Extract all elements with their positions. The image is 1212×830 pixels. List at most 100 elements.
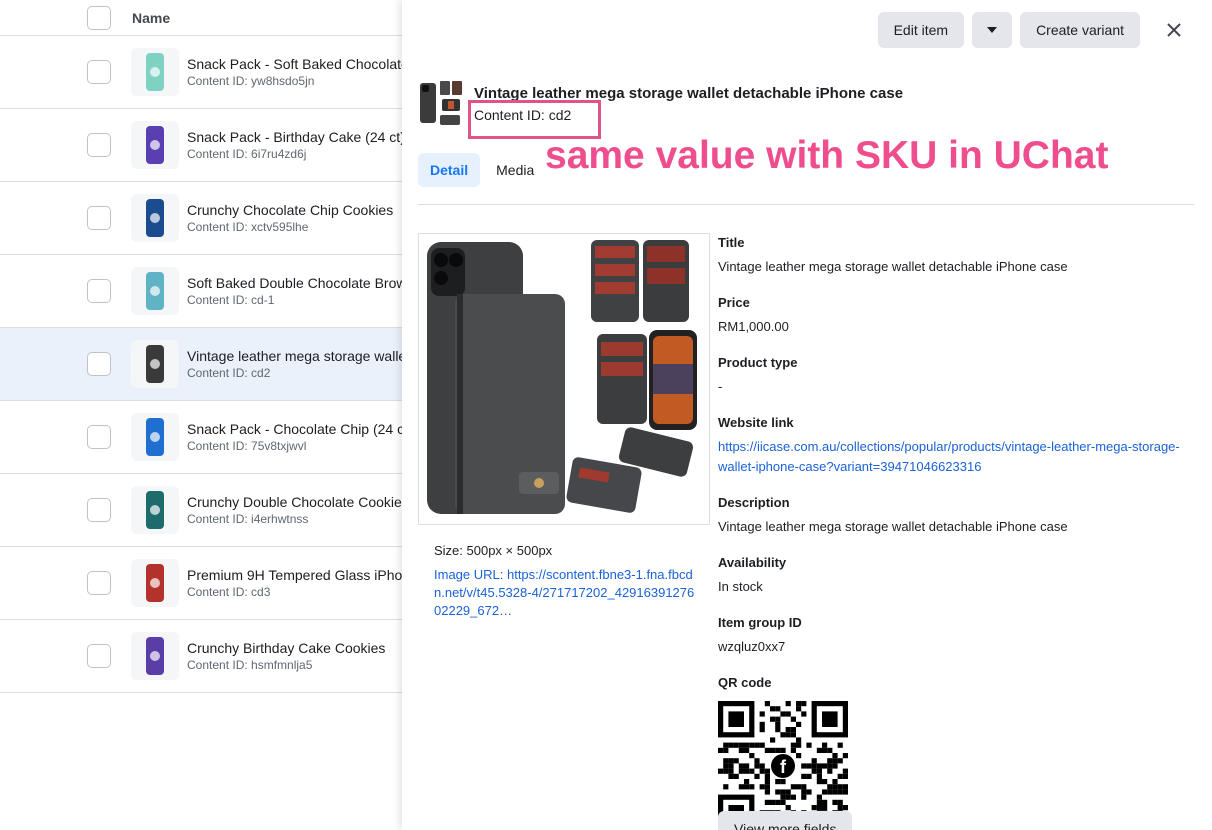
list-header: Name — [0, 0, 409, 36]
row-text: Premium 9H Tempered Glass iPho Content ID… — [187, 566, 402, 600]
product-list: Name Snack Pack - Soft Baked Chocolate Co… — [0, 0, 410, 830]
list-item[interactable]: Crunchy Double Chocolate Cookies Content … — [0, 474, 409, 547]
row-text: Snack Pack - Birthday Cake (24 ct) Conten… — [187, 128, 405, 162]
row-text: Vintage leather mega storage walle Conten… — [187, 347, 406, 381]
field-item-group-id: Item group ID wzqluz0xx7 — [718, 615, 1194, 657]
close-icon — [1167, 23, 1181, 37]
row-title: Snack Pack - Soft Baked Chocolate — [187, 56, 409, 72]
website-link[interactable]: https://iicase.com.au/collections/popula… — [718, 437, 1194, 477]
row-title: Vintage leather mega storage walle — [187, 348, 407, 364]
product-thumbnail — [131, 121, 179, 169]
field-qr-code: QR code f — [718, 675, 1194, 830]
field-description: Description Vintage leather mega storage… — [718, 495, 1194, 537]
field-price: Price RM1,000.00 — [718, 295, 1194, 337]
product-thumbnail — [131, 486, 179, 534]
tab-media[interactable]: Media — [484, 153, 546, 187]
field-label: Title — [718, 235, 745, 250]
row-title: Crunchy Double Chocolate Cookies — [187, 494, 409, 510]
product-thumbnail — [131, 194, 179, 242]
package-icon — [146, 199, 164, 237]
product-thumbnail — [420, 81, 462, 125]
svg-text:f: f — [780, 757, 787, 777]
product-thumbnail — [131, 413, 179, 461]
package-icon — [146, 564, 164, 602]
package-icon — [146, 126, 164, 164]
row-checkbox[interactable] — [87, 644, 111, 668]
list-item[interactable]: Soft Baked Double Chocolate Brow Content … — [0, 255, 409, 328]
field-label: QR code — [718, 675, 772, 690]
row-text: Snack Pack - Chocolate Chip (24 ct Conten… — [187, 420, 408, 454]
product-thumbnail — [131, 48, 179, 96]
row-checkbox[interactable] — [87, 279, 111, 303]
row-title: Soft Baked Double Chocolate Brow — [187, 275, 407, 291]
product-thumbnail — [131, 632, 179, 680]
row-content-id: Content ID: hsmfmnlja5 — [187, 658, 313, 672]
product-detail-panel: Edit item Create variant Vintage leather… — [402, 0, 1212, 830]
row-title: Snack Pack - Chocolate Chip (24 ct — [187, 421, 408, 437]
list-item[interactable]: Vintage leather mega storage walle Conten… — [0, 328, 409, 401]
create-variant-button[interactable]: Create variant — [1020, 12, 1140, 48]
field-label: Description — [718, 495, 790, 510]
product-thumbnail — [131, 267, 179, 315]
field-label: Website link — [718, 415, 794, 430]
field-availability: Availability In stock — [718, 555, 1194, 597]
row-content-id: Content ID: cd-1 — [187, 293, 275, 307]
row-content-id: Content ID: i4erhwtnss — [187, 512, 309, 526]
row-text: Soft Baked Double Chocolate Brow Content … — [187, 274, 406, 308]
row-text: Snack Pack - Soft Baked Chocolate Content… — [187, 55, 409, 89]
product-thumbnail — [131, 340, 179, 388]
row-title: Snack Pack - Birthday Cake (24 ct) — [187, 129, 405, 145]
view-more-fields-button[interactable]: View more fields — [718, 811, 853, 830]
list-item[interactable]: Premium 9H Tempered Glass iPho Content ID… — [0, 547, 409, 620]
image-url-link[interactable]: Image URL: https://scontent.fbne3-1.fna.… — [434, 566, 696, 620]
field-title: Title Vintage leather mega storage walle… — [718, 235, 1194, 277]
row-checkbox[interactable] — [87, 60, 111, 84]
package-icon — [146, 53, 164, 91]
row-content-id: Content ID: xctv595lhe — [187, 220, 309, 234]
package-icon — [146, 418, 164, 456]
product-image — [418, 233, 710, 525]
row-content-id: Content ID: cd3 — [187, 585, 271, 599]
field-label: Item group ID — [718, 615, 802, 630]
row-content-id: Content ID: yw8hsdo5jn — [187, 74, 315, 88]
image-size: Size: 500px × 500px — [434, 543, 553, 558]
field-label: Product type — [718, 355, 798, 370]
row-checkbox[interactable] — [87, 571, 111, 595]
package-icon — [146, 637, 164, 675]
wallet-case-image — [427, 240, 697, 514]
product-thumbnail — [131, 559, 179, 607]
row-content-id: Content ID: 6i7ru4zd6j — [187, 147, 307, 161]
row-checkbox[interactable] — [87, 425, 111, 449]
annotation-text: same value with SKU in UChat — [545, 134, 1109, 177]
field-website-link: Website link https://iicase.com.au/colle… — [718, 415, 1194, 477]
close-panel-button[interactable] — [1156, 12, 1192, 48]
list-item[interactable]: Snack Pack - Soft Baked Chocolate Content… — [0, 36, 409, 109]
row-text: Crunchy Double Chocolate Cookies Content … — [187, 493, 409, 527]
field-value: - — [718, 379, 723, 394]
list-item[interactable]: Crunchy Birthday Cake Cookies Content ID:… — [0, 620, 409, 693]
package-icon — [146, 345, 164, 383]
more-options-button[interactable] — [972, 12, 1013, 48]
row-content-id: Content ID: cd2 — [187, 366, 271, 380]
tab-detail[interactable]: Detail — [418, 153, 481, 187]
caret-down-icon — [987, 27, 998, 33]
list-item[interactable]: Snack Pack - Birthday Cake (24 ct) Conten… — [0, 109, 409, 182]
field-label: Price — [718, 295, 750, 310]
list-item[interactable]: Crunchy Chocolate Chip Cookies Content ID… — [0, 182, 409, 255]
row-text: Crunchy Chocolate Chip Cookies Content ID… — [187, 201, 393, 235]
row-checkbox[interactable] — [87, 206, 111, 230]
edit-item-button[interactable]: Edit item — [877, 12, 965, 48]
list-item[interactable]: Snack Pack - Chocolate Chip (24 ct Conten… — [0, 401, 409, 474]
row-checkbox[interactable] — [87, 498, 111, 522]
tabs-divider — [418, 204, 1194, 205]
row-checkbox[interactable] — [87, 352, 111, 376]
name-column-header[interactable]: Name — [132, 10, 170, 26]
package-icon — [146, 272, 164, 310]
field-product-type: Product type - — [718, 355, 1194, 397]
detail-toolbar: Edit item Create variant — [877, 12, 1192, 48]
row-content-id: Content ID: 75v8txjwvl — [187, 439, 307, 453]
row-title: Crunchy Chocolate Chip Cookies — [187, 202, 394, 218]
package-icon — [146, 491, 164, 529]
select-all-checkbox[interactable] — [87, 5, 111, 30]
row-checkbox[interactable] — [87, 133, 111, 157]
